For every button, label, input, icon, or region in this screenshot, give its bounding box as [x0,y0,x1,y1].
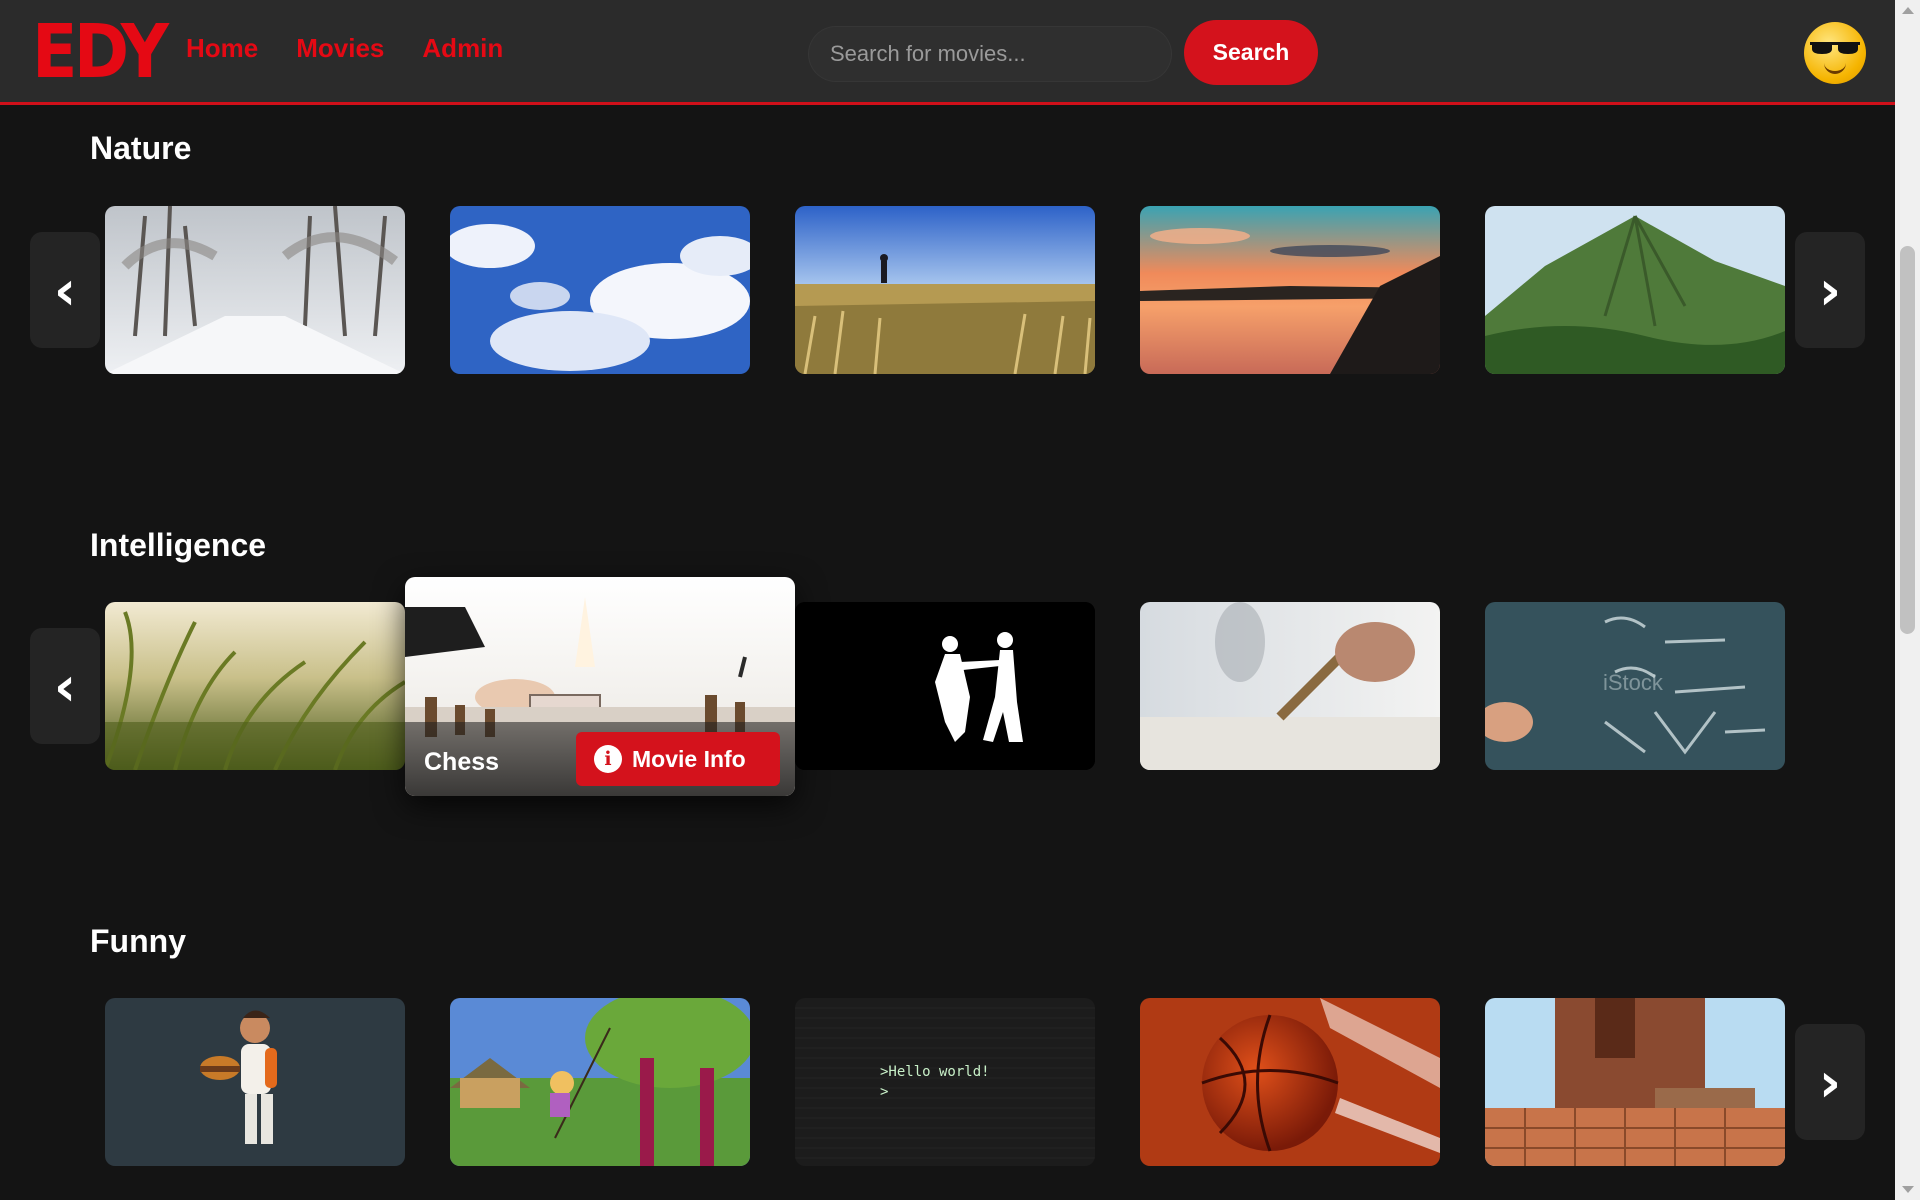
section-title-funny: Funny [90,923,186,959]
movie-card-snowy-forest[interactable] [105,206,405,374]
movie-card-grass[interactable] [105,602,405,770]
movie-card-pencil-writing[interactable] [1140,602,1440,770]
movie-card-blocky-tower[interactable] [1485,998,1785,1166]
info-icon: i [594,745,622,773]
movie-card-green-mountain[interactable] [1485,206,1785,374]
movie-card-chess-expanded[interactable]: Chess i Movie Info [405,577,795,796]
movie-info-button[interactable]: i Movie Info [576,732,780,786]
nature-next-arrow[interactable]: › [1795,232,1865,348]
terminal-line-2: > [880,1084,888,1100]
intelligence-prev-arrow[interactable]: ‹ [30,628,100,744]
nav-home-link[interactable]: Home [186,33,258,64]
section-title-intelligence: Intelligence [90,527,267,563]
scrollbar-thumb[interactable] [1900,246,1915,634]
movie-card-chalkboard[interactable]: iStock [1485,602,1785,770]
scroll-up-arrow-icon[interactable] [1902,7,1914,14]
movie-card-sunset-lake[interactable] [1140,206,1440,374]
funny-next-arrow[interactable]: › [1795,1024,1865,1140]
edy-logo[interactable]: EDY [32,14,169,90]
watermark-text: iStock [1603,670,1664,695]
nav-movies-link[interactable]: Movies [296,33,384,64]
movie-card-cartoon-burger[interactable] [105,998,405,1166]
movie-card-cartoon-swing[interactable] [450,998,750,1166]
terminal-line-1: >Hello world! [880,1064,990,1080]
movie-card-wheat-field[interactable] [795,206,1095,374]
card-hover-overlay: Chess i Movie Info [405,722,795,796]
top-navbar: EDY Home Movies Admin Search [0,0,1895,105]
page-scrollbar[interactable] [1895,0,1920,1200]
main-nav: Home Movies Admin [186,33,503,64]
movie-card-dance-silhouette[interactable] [795,602,1095,770]
movie-card-blue-sky[interactable] [450,206,750,374]
card-title: Chess [424,748,500,776]
sunglasses-emoji-icon[interactable] [1804,22,1866,84]
scroll-down-arrow-icon[interactable] [1902,1186,1914,1193]
search-input[interactable] [808,26,1172,82]
nature-prev-arrow[interactable]: ‹ [30,232,100,348]
movie-info-label: Movie Info [632,745,746,772]
chevron-right-icon: › [1818,1050,1842,1114]
search-button[interactable]: Search [1184,20,1318,85]
section-title-nature: Nature [90,130,192,166]
movie-card-basketball[interactable] [1140,998,1440,1166]
chevron-right-icon: › [1818,258,1842,322]
chevron-left-icon: ‹ [53,258,77,322]
nav-admin-link[interactable]: Admin [422,33,503,64]
chevron-left-icon: ‹ [53,654,77,718]
movie-card-hello-world-terminal[interactable]: >Hello world! > [795,998,1095,1166]
